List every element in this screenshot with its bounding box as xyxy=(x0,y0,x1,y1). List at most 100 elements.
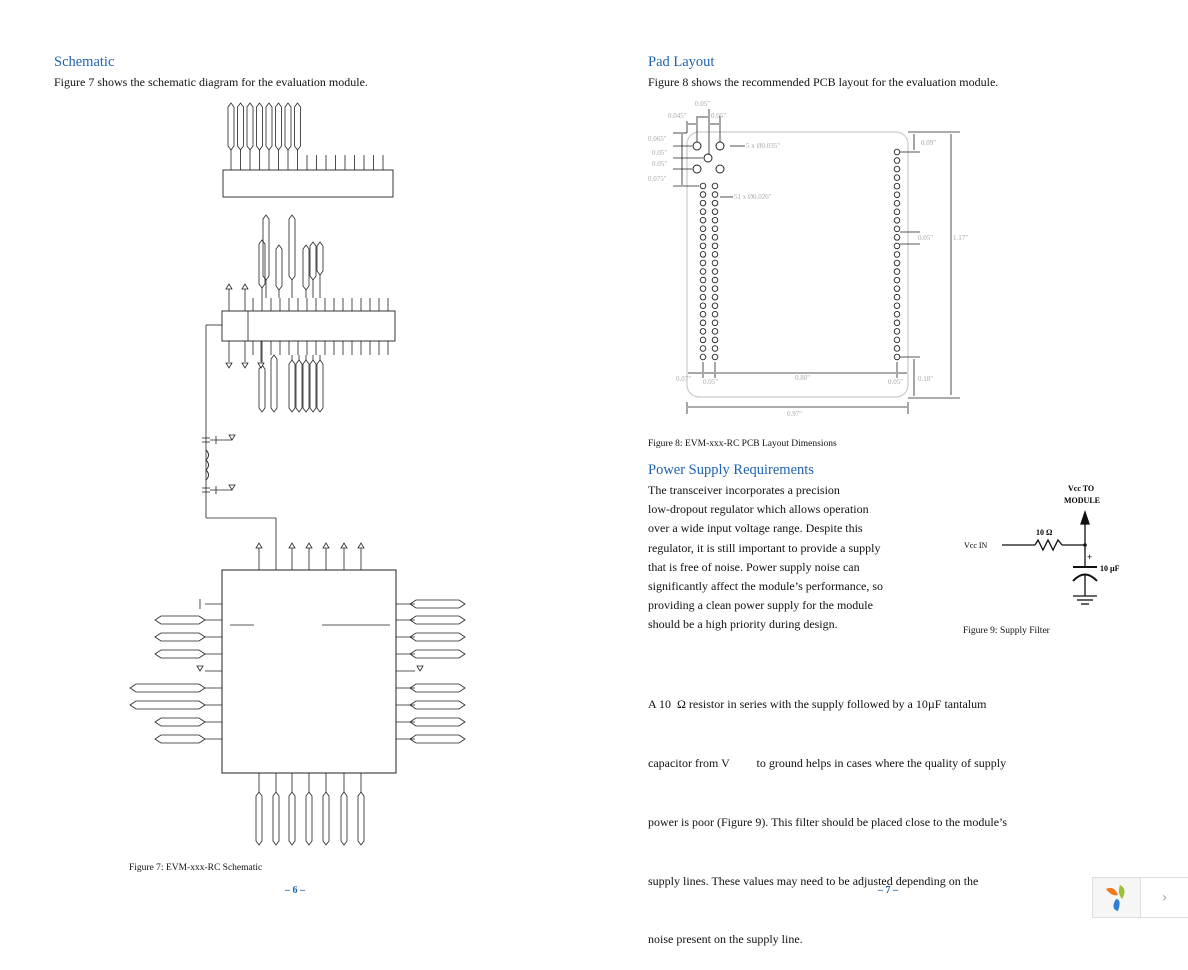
pad-hole xyxy=(893,336,901,344)
text-line: significantly affect the module’s perfor… xyxy=(648,579,884,594)
dim-small-holes: 51 x Ø0.026" xyxy=(734,193,772,201)
pad-hole xyxy=(893,302,901,309)
pad-hole xyxy=(699,276,707,284)
pad-hole xyxy=(893,353,901,361)
resistor-value: 10 Ω xyxy=(1036,528,1053,537)
pad-hole xyxy=(711,302,719,309)
pad-hole xyxy=(893,174,901,181)
text-line: low-dropout regulator which allows opera… xyxy=(648,502,869,517)
dim-big-holes: 5 x Ø0.035" xyxy=(746,142,780,150)
module-label: MODULE xyxy=(1064,496,1100,505)
pad-hole xyxy=(711,225,719,232)
pad-hole xyxy=(699,285,707,292)
dim-bottom-pitch: 0.05" xyxy=(703,378,718,386)
pad-hole xyxy=(893,182,901,190)
pad-hole xyxy=(711,276,719,284)
pad-hole xyxy=(711,242,719,250)
dim-bottom-gap: 0.18" xyxy=(918,375,933,383)
pad-hole xyxy=(893,199,901,207)
pad-hole xyxy=(711,234,719,241)
arrow-up-icon xyxy=(1080,509,1090,525)
dim-bottom-left: 0.07" xyxy=(676,375,691,383)
pad-hole xyxy=(711,311,719,318)
pad-hole xyxy=(699,216,707,224)
pad-hole xyxy=(893,208,901,216)
pad-hole xyxy=(893,225,901,233)
dim-v3: 0.05" xyxy=(652,160,667,168)
pad-hole xyxy=(711,319,719,327)
pad-hole xyxy=(711,199,719,207)
plus-label: + xyxy=(1087,552,1092,562)
dim-width: 0.97" xyxy=(787,410,802,418)
app-logo-icon[interactable] xyxy=(1093,878,1140,917)
pad-hole xyxy=(699,225,707,232)
text-line: capacitor from V to ground helps in case… xyxy=(648,755,1007,770)
large-hole xyxy=(692,141,702,151)
text-line: noise present on the supply line. xyxy=(648,932,803,947)
pad-hole xyxy=(711,285,719,292)
pad-hole xyxy=(893,251,901,258)
pad-hole xyxy=(699,251,707,258)
pad-hole xyxy=(893,148,901,156)
pad-hole xyxy=(893,165,901,173)
pad-hole xyxy=(711,268,719,275)
text-line: A 10 Ω resistor in series with the suppl… xyxy=(648,697,987,712)
pad-hole xyxy=(893,319,901,327)
viewer-nav-widget: › xyxy=(1092,877,1188,918)
pad-hole xyxy=(699,191,707,198)
chevron-right-icon[interactable]: › xyxy=(1140,878,1188,917)
pad-hole xyxy=(699,336,707,344)
large-hole xyxy=(692,164,702,174)
pad-hole xyxy=(711,345,719,352)
text-line: The transceiver incorporates a precision xyxy=(648,483,840,497)
dim-column-span: 0.80" xyxy=(795,374,810,382)
pad-hole xyxy=(699,302,707,309)
large-hole xyxy=(715,164,725,174)
pad-hole xyxy=(711,353,719,361)
pad-hole xyxy=(699,353,707,361)
dim-top-pitch: 0.05" xyxy=(695,100,710,108)
dim-v4: 0.075" xyxy=(648,175,667,183)
pad-hole xyxy=(711,182,719,190)
pad-hole xyxy=(699,242,707,250)
capacitor-value: 10 µF xyxy=(1100,564,1120,573)
pad-hole xyxy=(893,328,901,335)
dim-height: 1.17" xyxy=(953,234,968,242)
vcc-to-label: Vcc TO xyxy=(1068,484,1094,493)
pad-hole xyxy=(893,345,901,352)
text-line: that is free of noise. Power supply nois… xyxy=(648,559,860,574)
pad-hole xyxy=(699,259,707,267)
pad-hole xyxy=(699,199,707,207)
pad-hole xyxy=(711,208,719,215)
pad-hole xyxy=(893,242,901,250)
dim-pin-pitch: 0.05" xyxy=(918,234,933,242)
pad-hole xyxy=(699,182,707,190)
pad-hole xyxy=(711,336,719,344)
pad-hole xyxy=(893,276,901,284)
dim-left-offset: 0.045" xyxy=(668,112,687,120)
pad-hole xyxy=(699,319,707,327)
pad-hole xyxy=(893,293,901,301)
power-paragraph: The transceiver incorporates a precision… xyxy=(648,481,948,635)
dim-bottom-right: 0.05" xyxy=(888,378,903,386)
supply-filter-diagram xyxy=(1002,509,1098,605)
large-hole xyxy=(703,153,713,163)
pad-hole xyxy=(699,208,707,215)
pad-holes xyxy=(692,141,901,361)
figure-8-caption: Figure 8: EVM-xxx-RC PCB Layout Dimensio… xyxy=(648,439,837,449)
vcc-in-label: Vcc IN xyxy=(964,541,988,550)
pad-hole xyxy=(699,234,707,241)
dimension-lines xyxy=(673,109,960,414)
dim-top-right: 0.09" xyxy=(921,139,936,147)
filter-paragraph: A 10 Ω resistor in series with the suppl… xyxy=(648,656,1068,970)
pad-hole xyxy=(699,328,707,335)
text-line: over a wide input voltage range. Despite… xyxy=(648,521,863,536)
text-line: regulator, it is still important to prov… xyxy=(648,540,881,555)
power-supply-heading: Power Supply Requirements xyxy=(648,462,814,478)
pad-hole xyxy=(711,293,719,301)
figure-9-caption: Figure 9: Supply Filter xyxy=(963,626,1050,636)
text-line: should be a high priority during design. xyxy=(648,617,838,632)
pad-hole xyxy=(893,157,901,164)
pad-hole xyxy=(893,285,901,292)
pad-hole xyxy=(711,216,719,224)
